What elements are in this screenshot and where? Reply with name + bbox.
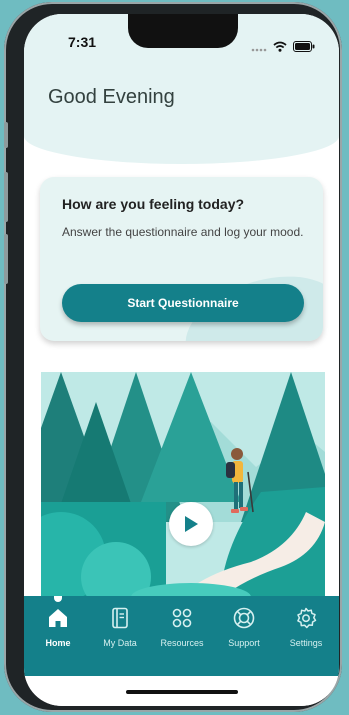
greeting-title: Good Evening bbox=[48, 86, 175, 108]
notebook-icon bbox=[90, 606, 150, 630]
mood-card-subtitle: Answer the questionnaire and log your mo… bbox=[62, 225, 304, 239]
tab-home[interactable]: Home bbox=[28, 606, 88, 648]
tab-settings-label: Settings bbox=[289, 638, 323, 648]
gear-icon bbox=[276, 606, 336, 630]
status-icons bbox=[251, 37, 315, 56]
volume-up-button bbox=[4, 172, 8, 222]
video-thumbnail[interactable] bbox=[41, 372, 325, 612]
tab-support[interactable]: Support bbox=[214, 606, 274, 648]
tab-settings[interactable]: Settings bbox=[276, 606, 336, 648]
tab-home-label: Home bbox=[45, 638, 71, 648]
lifebuoy-icon bbox=[214, 606, 274, 630]
home-indicator[interactable] bbox=[126, 690, 238, 694]
tab-resources-label: Resources bbox=[160, 638, 204, 648]
grid-icon bbox=[152, 606, 212, 630]
status-time: 7:31 bbox=[68, 34, 97, 50]
volume-down-button bbox=[4, 234, 8, 284]
start-questionnaire-button[interactable]: Start Questionnaire bbox=[62, 284, 304, 322]
bottom-tab-bar: Home My Data Resources Support Settings bbox=[24, 596, 339, 676]
tab-my-data-label: My Data bbox=[103, 638, 137, 648]
tab-support-label: Support bbox=[228, 638, 260, 648]
play-icon[interactable] bbox=[169, 502, 213, 546]
signal-dots-icon bbox=[251, 37, 267, 56]
mood-card: How are you feeling today? Answer the qu… bbox=[40, 177, 323, 341]
battery-icon bbox=[293, 37, 315, 56]
active-tab-indicator bbox=[54, 596, 62, 602]
tab-resources[interactable]: Resources bbox=[152, 606, 212, 648]
mute-switch bbox=[4, 122, 8, 148]
phone-frame: 7:31 Good Evening How are you feeling to… bbox=[4, 2, 342, 712]
app-screen: 7:31 Good Evening How are you feeling to… bbox=[24, 14, 339, 706]
mood-card-title: How are you feeling today? bbox=[62, 196, 245, 212]
home-icon bbox=[28, 606, 88, 630]
wifi-icon bbox=[273, 37, 287, 56]
camera-notch bbox=[128, 14, 238, 48]
hiker-illustration bbox=[41, 372, 325, 612]
tab-my-data[interactable]: My Data bbox=[90, 606, 150, 648]
